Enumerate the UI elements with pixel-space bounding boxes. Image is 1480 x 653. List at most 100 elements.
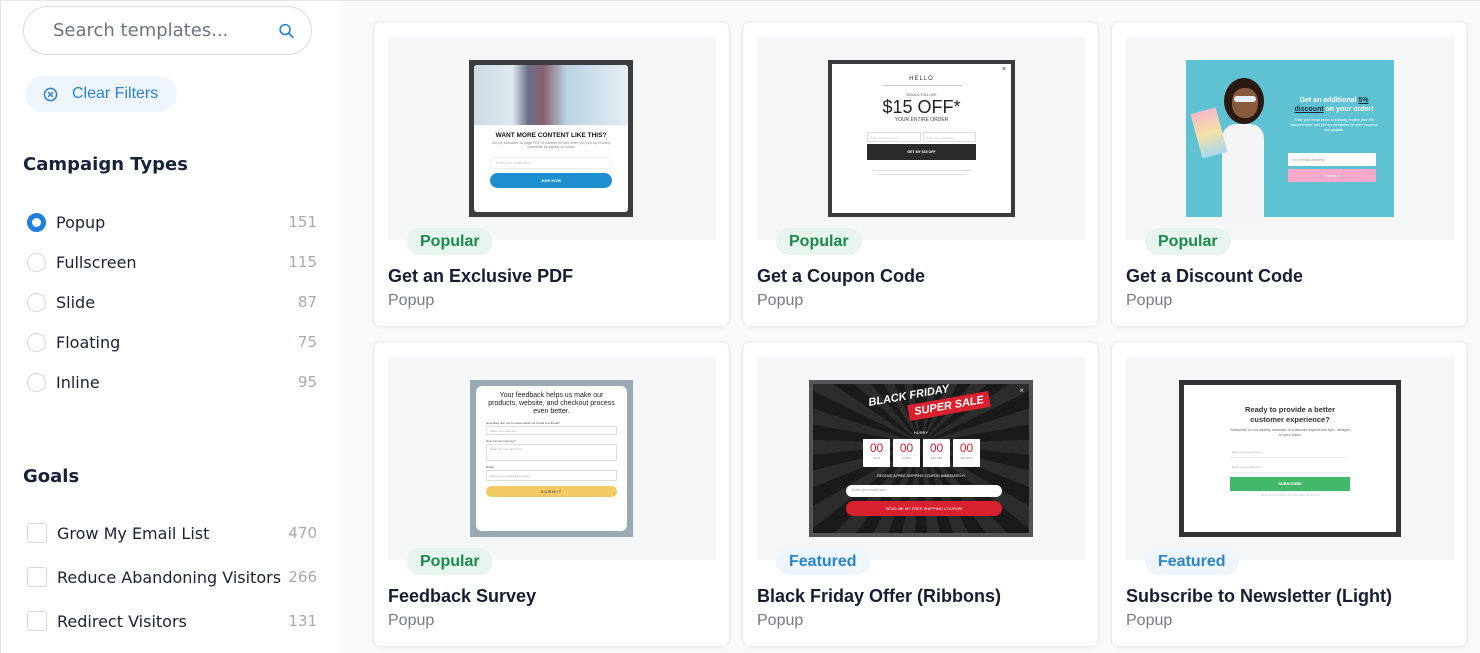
preview-model-photo: [1190, 70, 1281, 217]
template-preview-area: Your feedback helps us make our products…: [388, 357, 716, 560]
filter-label: Grow My Email List: [57, 523, 210, 543]
filter-label: Slide: [56, 292, 96, 312]
preview-body: Enter your email below to instantly rece…: [1290, 118, 1378, 132]
preview-select: Make your selection...: [486, 426, 617, 435]
countdown-unit: HOURS: [901, 457, 912, 460]
template-preview-image: × BLACK FRIDAY SUPER SALE HURRY 00 DAYS 0…: [809, 380, 1033, 537]
preview-hurry: HURRY: [913, 430, 929, 435]
template-preview-image: Ready to provide a better customer exper…: [1179, 380, 1401, 537]
template-type: Popup: [1126, 612, 1173, 629]
countdown-box: 00 HOURS: [893, 439, 920, 467]
search-box[interactable]: [23, 6, 312, 55]
filter-count: 115: [288, 253, 317, 271]
filter-label: Redirect Visitors: [57, 611, 187, 631]
template-card-newsletter-light[interactable]: Ready to provide a better customer exper…: [1111, 341, 1468, 647]
filter-label: Inline: [56, 372, 100, 392]
filter-count: 151: [288, 213, 317, 231]
checkbox-reduce-abandoning[interactable]: [27, 567, 47, 587]
filter-count: 131: [288, 612, 317, 630]
filter-count: 87: [297, 293, 317, 311]
popular-badge: Popular: [1145, 228, 1231, 255]
radio-floating[interactable]: [27, 332, 46, 352]
preview-button: GET MY $15 OFF: [867, 144, 976, 160]
template-card-feedback-survey[interactable]: Your feedback helps us make our products…: [373, 341, 730, 647]
preview-q3: Email: [486, 465, 494, 469]
preview-button: JOIN NOW: [490, 173, 612, 188]
countdown-box: 00 SECONDS: [953, 439, 980, 467]
preview-q1: How likely are you to recommend our bran…: [486, 421, 560, 425]
clear-filters-button[interactable]: Clear Filters: [25, 76, 177, 112]
template-preview-area: Get an additional 5% discount on your or…: [1126, 37, 1454, 240]
filter-campaign-slide[interactable]: Slide 87: [27, 287, 317, 317]
template-card-coupon-code[interactable]: × HELLO WOULD YOU LIKE $15 OFF* YOUR ENT…: [742, 21, 1099, 327]
preview-fineprint: We do not sell or share your information…: [1260, 494, 1320, 497]
filter-sidebar: Clear Filters Campaign Types Popup 151 F…: [1, 1, 341, 653]
countdown-value: 00: [959, 441, 974, 455]
countdown-box: 00 DAYS: [863, 439, 890, 467]
preview-offer: $15 OFF*: [882, 97, 961, 117]
checkbox-grow-email[interactable]: [27, 523, 47, 543]
preview-hello: HELLO: [909, 76, 934, 82]
radio-slide[interactable]: [27, 292, 46, 312]
radio-inline[interactable]: [27, 372, 46, 392]
filter-label: Fullscreen: [56, 252, 137, 272]
preview-sub: YOUR ENTIRE ORDER: [894, 117, 949, 123]
checkbox-redirect[interactable]: [27, 611, 47, 631]
filter-count: 95: [297, 373, 317, 391]
search-icon[interactable]: [278, 20, 295, 42]
clear-filters-label: Clear Filters: [72, 85, 159, 102]
countdown-unit: DAYS: [873, 457, 880, 460]
preview-close-icon: ×: [1001, 66, 1006, 73]
countdown-value: 00: [899, 441, 914, 455]
radio-fullscreen[interactable]: [27, 252, 46, 272]
template-card-discount-code[interactable]: Get an additional 5% discount on your or…: [1111, 21, 1468, 327]
filter-goal-grow-email[interactable]: Grow My Email List 470: [27, 518, 317, 548]
template-card-exclusive-pdf[interactable]: WANT MORE CONTENT LIKE THIS? Get my excl…: [373, 21, 730, 327]
filter-label: Floating: [56, 332, 121, 352]
preview-button: SEND ME MY FREE SHIPPING COUPON!: [846, 501, 1002, 516]
filter-campaign-fullscreen[interactable]: Fullscreen 115: [27, 247, 317, 277]
countdown-box: 00 MINUTES: [923, 439, 950, 467]
filter-campaign-popup[interactable]: Popup 151: [27, 207, 317, 237]
template-preview-area: WANT MORE CONTENT LIKE THIS? Get my excl…: [388, 37, 716, 240]
countdown-value: 00: [929, 441, 944, 455]
preview-heading: Get an additional 5% discount on your or…: [1286, 96, 1382, 114]
search-input[interactable]: [53, 20, 278, 41]
filter-label: Popup: [56, 212, 106, 232]
filter-campaign-inline[interactable]: Inline 95: [27, 367, 317, 397]
template-type: Popup: [757, 612, 804, 629]
preview-heading: WANT MORE CONTENT LIKE THIS?: [495, 132, 607, 139]
filter-goal-redirect[interactable]: Redirect Visitors 131: [27, 606, 317, 636]
template-gallery-page: Clear Filters Campaign Types Popup 151 F…: [0, 0, 1480, 653]
preview-button: SUBSCRIBE: [1230, 477, 1350, 491]
popular-badge: Popular: [407, 228, 493, 255]
template-title: Get a Discount Code: [1126, 266, 1304, 286]
preview-body: Get my exclusive 16-page PDF of pointers…: [491, 141, 611, 149]
template-type: Popup: [1126, 292, 1173, 309]
template-title: Get a Coupon Code: [757, 266, 925, 286]
template-type: Popup: [388, 612, 435, 629]
featured-badge: Featured: [1145, 548, 1239, 575]
template-preview-image: WANT MORE CONTENT LIKE THIS? Get my excl…: [469, 60, 633, 217]
template-card-black-friday[interactable]: × BLACK FRIDAY SUPER SALE HURRY 00 DAYS 0…: [742, 341, 1099, 647]
preview-photo: [474, 65, 628, 125]
filter-campaign-floating[interactable]: Floating 75: [27, 327, 317, 357]
radio-popup[interactable]: [27, 212, 46, 232]
template-preview-image: Your feedback helps us make our products…: [470, 380, 633, 537]
preview-input: Your email address: [1288, 153, 1376, 166]
template-grid: WANT MORE CONTENT LIKE THIS? Get my excl…: [341, 1, 1480, 653]
preview-input-name: Enter your name here: [867, 132, 921, 142]
preview-divider: [881, 85, 962, 86]
preview-input-email: Enter your email here...: [1230, 461, 1350, 473]
goals-heading: Goals: [23, 466, 80, 487]
template-title: Subscribe to Newsletter (Light): [1126, 586, 1393, 606]
countdown-unit: MINUTES: [930, 457, 943, 460]
preview-input: Enter your email here...: [490, 157, 612, 169]
preview-close-icon: ×: [1019, 386, 1024, 395]
filter-goal-reduce-abandoning[interactable]: Reduce Abandoning Visitors 266: [27, 562, 317, 592]
preview-fineprint: [872, 170, 971, 171]
preview-button: SUBMIT: [486, 486, 617, 497]
filter-count: 266: [288, 568, 317, 586]
popular-badge: Popular: [776, 228, 862, 255]
filter-label: Reduce Abandoning Visitors: [57, 567, 282, 587]
